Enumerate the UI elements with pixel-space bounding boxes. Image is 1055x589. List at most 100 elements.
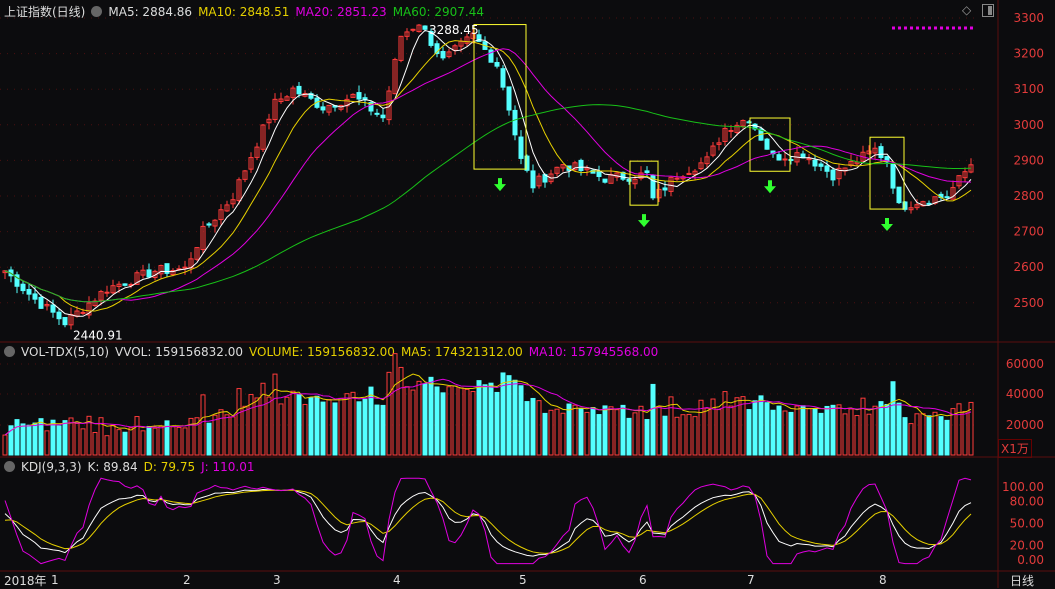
volume-bar xyxy=(218,409,224,456)
candle-body xyxy=(800,153,806,159)
volume-bar xyxy=(236,388,242,456)
candle-body xyxy=(944,196,950,199)
candle-body xyxy=(356,92,362,100)
stock-chart[interactable]: 3300 3200 3100 3000 2900 2800 2700 2600 2500 6000… xyxy=(0,0,1055,588)
candle-body xyxy=(578,159,584,172)
volume-bar xyxy=(434,386,440,456)
volume-bar xyxy=(230,416,236,456)
volume-bar xyxy=(332,402,338,456)
volume-bar xyxy=(626,417,632,456)
volume-bar xyxy=(380,404,386,456)
volume-bar xyxy=(950,408,956,456)
price-tick-label: 3200 xyxy=(1013,47,1044,61)
price-tick-label: 2800 xyxy=(1013,189,1044,203)
candle-body xyxy=(728,129,734,132)
month-label: 2 xyxy=(183,573,191,587)
volume-bar xyxy=(638,405,644,456)
volume-bar xyxy=(386,371,392,456)
candle-body xyxy=(644,170,650,174)
volume-bar xyxy=(518,385,524,456)
price-tick-label: 3000 xyxy=(1013,118,1044,132)
volume-bar xyxy=(146,426,152,456)
volume-bar xyxy=(830,404,836,456)
volume-bar xyxy=(290,390,296,456)
volume-bar xyxy=(104,435,110,456)
volume-bar xyxy=(650,383,656,456)
volume-bar xyxy=(476,380,482,456)
volume-bar xyxy=(800,405,806,456)
volume-bar xyxy=(266,396,272,456)
down-arrow-icon xyxy=(494,178,506,192)
price-tick-label: 3100 xyxy=(1013,82,1044,96)
volume-bar xyxy=(56,425,62,456)
volume-bar xyxy=(554,408,560,456)
volume-bar xyxy=(812,408,818,456)
candle-body xyxy=(830,169,836,181)
volume-bar xyxy=(740,396,746,456)
volume-bar xyxy=(860,397,866,456)
candle-body xyxy=(80,311,86,314)
month-label: 5 xyxy=(519,573,527,587)
candle-body xyxy=(878,146,884,159)
kdj-tick-label: 20.00 xyxy=(1010,538,1044,552)
volume-bar xyxy=(578,408,584,456)
volume-bar xyxy=(902,417,908,456)
volume-bar xyxy=(716,409,722,456)
volume-bar xyxy=(176,426,182,456)
volume-bar xyxy=(536,400,542,456)
candle-body xyxy=(50,304,56,313)
ma20-line xyxy=(4,48,972,303)
volume-bar xyxy=(524,401,530,456)
candle-body xyxy=(494,62,500,67)
volume-bar xyxy=(458,387,464,456)
volume-bar xyxy=(362,398,368,456)
volume-bar xyxy=(74,422,80,456)
volume-bar xyxy=(440,392,446,456)
candle-body xyxy=(182,266,188,269)
down-arrow-icon xyxy=(638,214,650,228)
candle-body xyxy=(20,283,26,292)
volume-bar xyxy=(224,414,230,456)
price-tick-label: 3300 xyxy=(1013,11,1044,25)
volume-bar xyxy=(452,385,458,456)
volume-bar xyxy=(110,424,116,456)
volume-bar xyxy=(932,411,938,456)
volume-bar xyxy=(278,403,284,456)
volume-bar xyxy=(464,388,470,456)
kdj-tick-label: 80.00 xyxy=(1010,495,1044,509)
volume-bar xyxy=(944,419,950,456)
volume-bar xyxy=(488,382,494,456)
volume-bar xyxy=(914,413,920,456)
volume-bar xyxy=(320,401,326,456)
volume-bar xyxy=(704,407,710,456)
volume-bar xyxy=(50,419,56,456)
volume-bar xyxy=(926,415,932,456)
volume-bar xyxy=(896,402,902,456)
volume-bar xyxy=(590,407,596,456)
volume-bar xyxy=(866,413,872,456)
volume-bar xyxy=(722,391,728,456)
candle-body xyxy=(764,138,770,150)
volume-bar xyxy=(602,405,608,456)
volume-bar xyxy=(644,419,650,456)
volume-bar xyxy=(242,405,248,456)
volume-bar xyxy=(908,423,914,456)
candle-body xyxy=(146,269,152,278)
volume-bar xyxy=(152,427,158,456)
candle-body xyxy=(440,50,446,59)
volume-bar xyxy=(770,409,776,456)
candle-body xyxy=(776,154,782,161)
volume-bar xyxy=(620,404,626,456)
volume-bar xyxy=(140,430,146,456)
month-label: 1 xyxy=(51,573,59,587)
volume-bar xyxy=(92,431,98,456)
volume-bar xyxy=(356,401,362,456)
volume-bar xyxy=(212,414,218,456)
volume-bar xyxy=(884,403,890,456)
candle-body xyxy=(38,296,44,309)
volume-bar xyxy=(308,397,314,456)
candle-body xyxy=(500,68,506,88)
volume-bar xyxy=(272,373,278,456)
candle-body xyxy=(32,293,38,300)
volume-bar xyxy=(542,412,548,456)
